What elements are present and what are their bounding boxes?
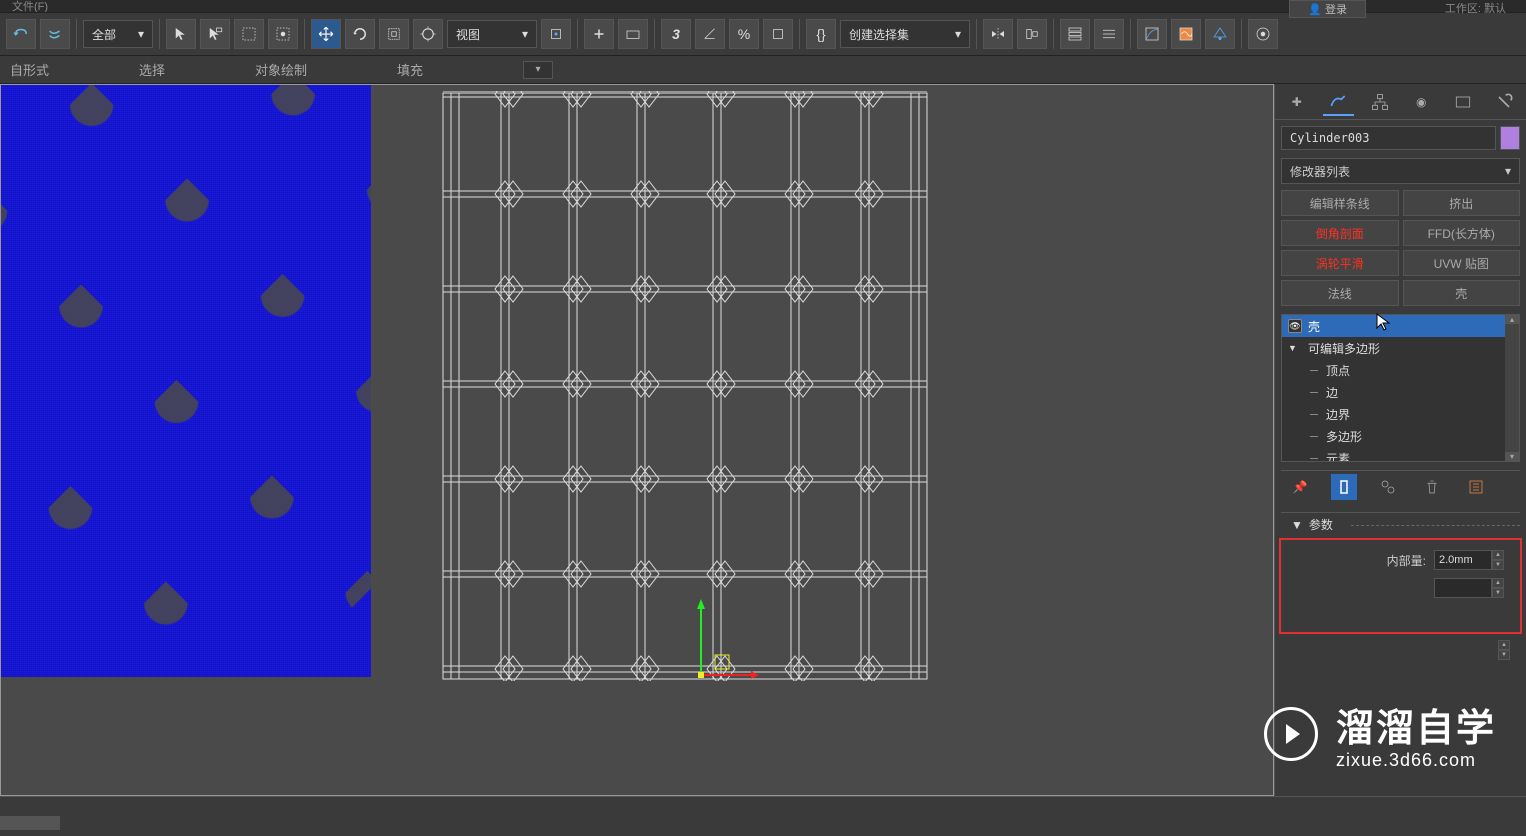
- motion-tab-icon[interactable]: ◉: [1406, 88, 1438, 116]
- use-pivot-icon[interactable]: [541, 19, 571, 49]
- spinner-down-icon[interactable]: ▼: [1498, 650, 1510, 660]
- main-toolbar: 全部 视图 3 % {} 创建选择集: [0, 12, 1526, 56]
- viewport-left-shaded: [1, 85, 371, 677]
- display-tab-icon[interactable]: [1447, 88, 1479, 116]
- make-unique-icon[interactable]: [1375, 474, 1401, 500]
- play-logo-icon: [1264, 707, 1318, 761]
- keyboard-shortcut-icon[interactable]: [618, 19, 648, 49]
- toggle-ribbon-icon[interactable]: [1094, 19, 1124, 49]
- object-name-field[interactable]: Cylinder003: [1281, 126, 1496, 150]
- viewport[interactable]: [0, 84, 1274, 796]
- modifier-list-dropdown[interactable]: 修改器列表: [1281, 158, 1520, 184]
- viewport-right-wireframe: [441, 91, 929, 681]
- ribbon-bar: 自形式 选择 对象绘制 填充 ▾: [0, 56, 1526, 84]
- utilities-tab-icon[interactable]: [1489, 88, 1521, 116]
- ribbon-collapse-icon[interactable]: ▾: [523, 61, 553, 79]
- show-end-result-icon[interactable]: [1331, 474, 1357, 500]
- watermark-url: zixue.3d66.com: [1336, 750, 1496, 771]
- stack-scrollbar[interactable]: [1505, 315, 1519, 461]
- window-crossing-icon[interactable]: [268, 19, 298, 49]
- layer-manager-icon[interactable]: [1060, 19, 1090, 49]
- modifier-stack-tools: 📌: [1281, 470, 1520, 502]
- stack-sub-element[interactable]: 元素: [1282, 447, 1505, 461]
- curve-editor-icon[interactable]: [1137, 19, 1167, 49]
- configure-sets-icon[interactable]: [1463, 474, 1489, 500]
- manipulate-icon[interactable]: [584, 19, 614, 49]
- ribbon-freeform[interactable]: 自形式: [10, 60, 49, 79]
- inner-amount-spinner[interactable]: 2.0mm ▲ ▼: [1434, 550, 1504, 570]
- spinner-up-icon[interactable]: ▲: [1498, 640, 1510, 650]
- spinner-up-icon[interactable]: ▲: [1492, 550, 1504, 560]
- mirror-icon[interactable]: [983, 19, 1013, 49]
- percent-snap-icon[interactable]: %: [729, 19, 759, 49]
- command-panel: ✚ ◉ Cylinder003 修改器列表 编辑样条线 挤出 倒: [1274, 84, 1526, 796]
- mod-btn-ffd[interactable]: FFD(长方体): [1403, 220, 1521, 246]
- stack-sub-border[interactable]: 边界: [1282, 403, 1505, 425]
- inner-amount-input[interactable]: 2.0mm: [1434, 550, 1492, 570]
- expand-icon[interactable]: ▼: [1288, 343, 1297, 353]
- move-icon[interactable]: [311, 19, 341, 49]
- mod-btn-normal[interactable]: 法线: [1281, 280, 1399, 306]
- spinner-down-icon[interactable]: ▼: [1492, 588, 1504, 598]
- stack-sub-vertex[interactable]: 顶点: [1282, 359, 1505, 381]
- remove-modifier-icon[interactable]: [1419, 474, 1445, 500]
- rect-select-icon[interactable]: [234, 19, 264, 49]
- rollout-parameters[interactable]: ▼参数: [1281, 512, 1520, 536]
- redo-icon[interactable]: [40, 19, 70, 49]
- highlight-box: 内部量: 2.0mm ▲ ▼ ▲ ▼: [1279, 538, 1522, 634]
- spinner-snap-icon[interactable]: [763, 19, 793, 49]
- visibility-toggle-icon[interactable]: 👁: [1288, 319, 1302, 333]
- selection-filter-dropdown[interactable]: 全部: [83, 20, 153, 48]
- placement-icon[interactable]: [413, 19, 443, 49]
- mod-btn-edit-spline[interactable]: 编辑样条线: [1281, 190, 1399, 216]
- named-selection-dropdown[interactable]: 创建选择集: [840, 20, 970, 48]
- render-setup-icon[interactable]: [1248, 19, 1278, 49]
- inner-amount-label: 内部量:: [1387, 552, 1426, 569]
- stack-item-editable-poly[interactable]: ▼ 可编辑多边形: [1282, 337, 1505, 359]
- menu-file[interactable]: 文件(F): [12, 0, 48, 12]
- undo-icon[interactable]: [6, 19, 36, 49]
- named-sel-icon[interactable]: {}: [806, 19, 836, 49]
- hierarchy-tab-icon[interactable]: [1364, 88, 1396, 116]
- object-color-swatch[interactable]: [1500, 126, 1520, 150]
- ribbon-selection[interactable]: 选择: [139, 60, 165, 79]
- angle-snap-icon[interactable]: [695, 19, 725, 49]
- segments-spinner[interactable]: ▲ ▼: [1498, 640, 1510, 660]
- select-by-name-icon[interactable]: [200, 19, 230, 49]
- ribbon-object-paint[interactable]: 对象绘制: [255, 60, 307, 79]
- ref-coord-dropdown[interactable]: 视图: [447, 20, 537, 48]
- material-editor-icon[interactable]: [1205, 19, 1235, 49]
- create-tab-icon[interactable]: ✚: [1281, 88, 1313, 116]
- rotate-icon[interactable]: [345, 19, 375, 49]
- modifier-stack: 👁 壳 ▼ 可编辑多边形 顶点 边 边界 多边形 元素: [1281, 314, 1520, 462]
- mod-btn-turbosmooth[interactable]: 涡轮平滑: [1281, 250, 1399, 276]
- ribbon-populate[interactable]: 填充: [397, 60, 423, 79]
- pin-stack-icon[interactable]: 📌: [1287, 474, 1313, 500]
- spinner-down-icon[interactable]: ▼: [1492, 560, 1504, 570]
- scale-icon[interactable]: [379, 19, 409, 49]
- watermark: 溜溜自学 zixue.3d66.com: [1264, 697, 1496, 771]
- workspace-label[interactable]: 工作区: 默认: [1445, 0, 1506, 16]
- spinner-up-icon[interactable]: ▲: [1492, 578, 1504, 588]
- login-button[interactable]: 👤 登录: [1289, 0, 1366, 18]
- mod-btn-uvw-map[interactable]: UVW 贴图: [1403, 250, 1521, 276]
- outer-amount-spinner[interactable]: ▲ ▼: [1434, 578, 1504, 598]
- mod-btn-shell[interactable]: 壳: [1403, 280, 1521, 306]
- align-icon[interactable]: [1017, 19, 1047, 49]
- status-bar: [0, 796, 1526, 836]
- mod-btn-chamfer[interactable]: 倒角剖面: [1281, 220, 1399, 246]
- snap-3-icon[interactable]: 3: [661, 19, 691, 49]
- mod-btn-extrude[interactable]: 挤出: [1403, 190, 1521, 216]
- stack-item-shell[interactable]: 👁 壳: [1282, 315, 1505, 337]
- stack-sub-edge[interactable]: 边: [1282, 381, 1505, 403]
- stack-sub-polygon[interactable]: 多边形: [1282, 425, 1505, 447]
- modify-tab-icon[interactable]: [1323, 88, 1355, 116]
- schematic-view-icon[interactable]: [1171, 19, 1201, 49]
- command-panel-tabs: ✚ ◉: [1275, 84, 1526, 120]
- timeline-slider[interactable]: [0, 816, 60, 830]
- watermark-title: 溜溜自学: [1336, 697, 1496, 752]
- select-object-icon[interactable]: [166, 19, 196, 49]
- outer-amount-input[interactable]: [1434, 578, 1492, 598]
